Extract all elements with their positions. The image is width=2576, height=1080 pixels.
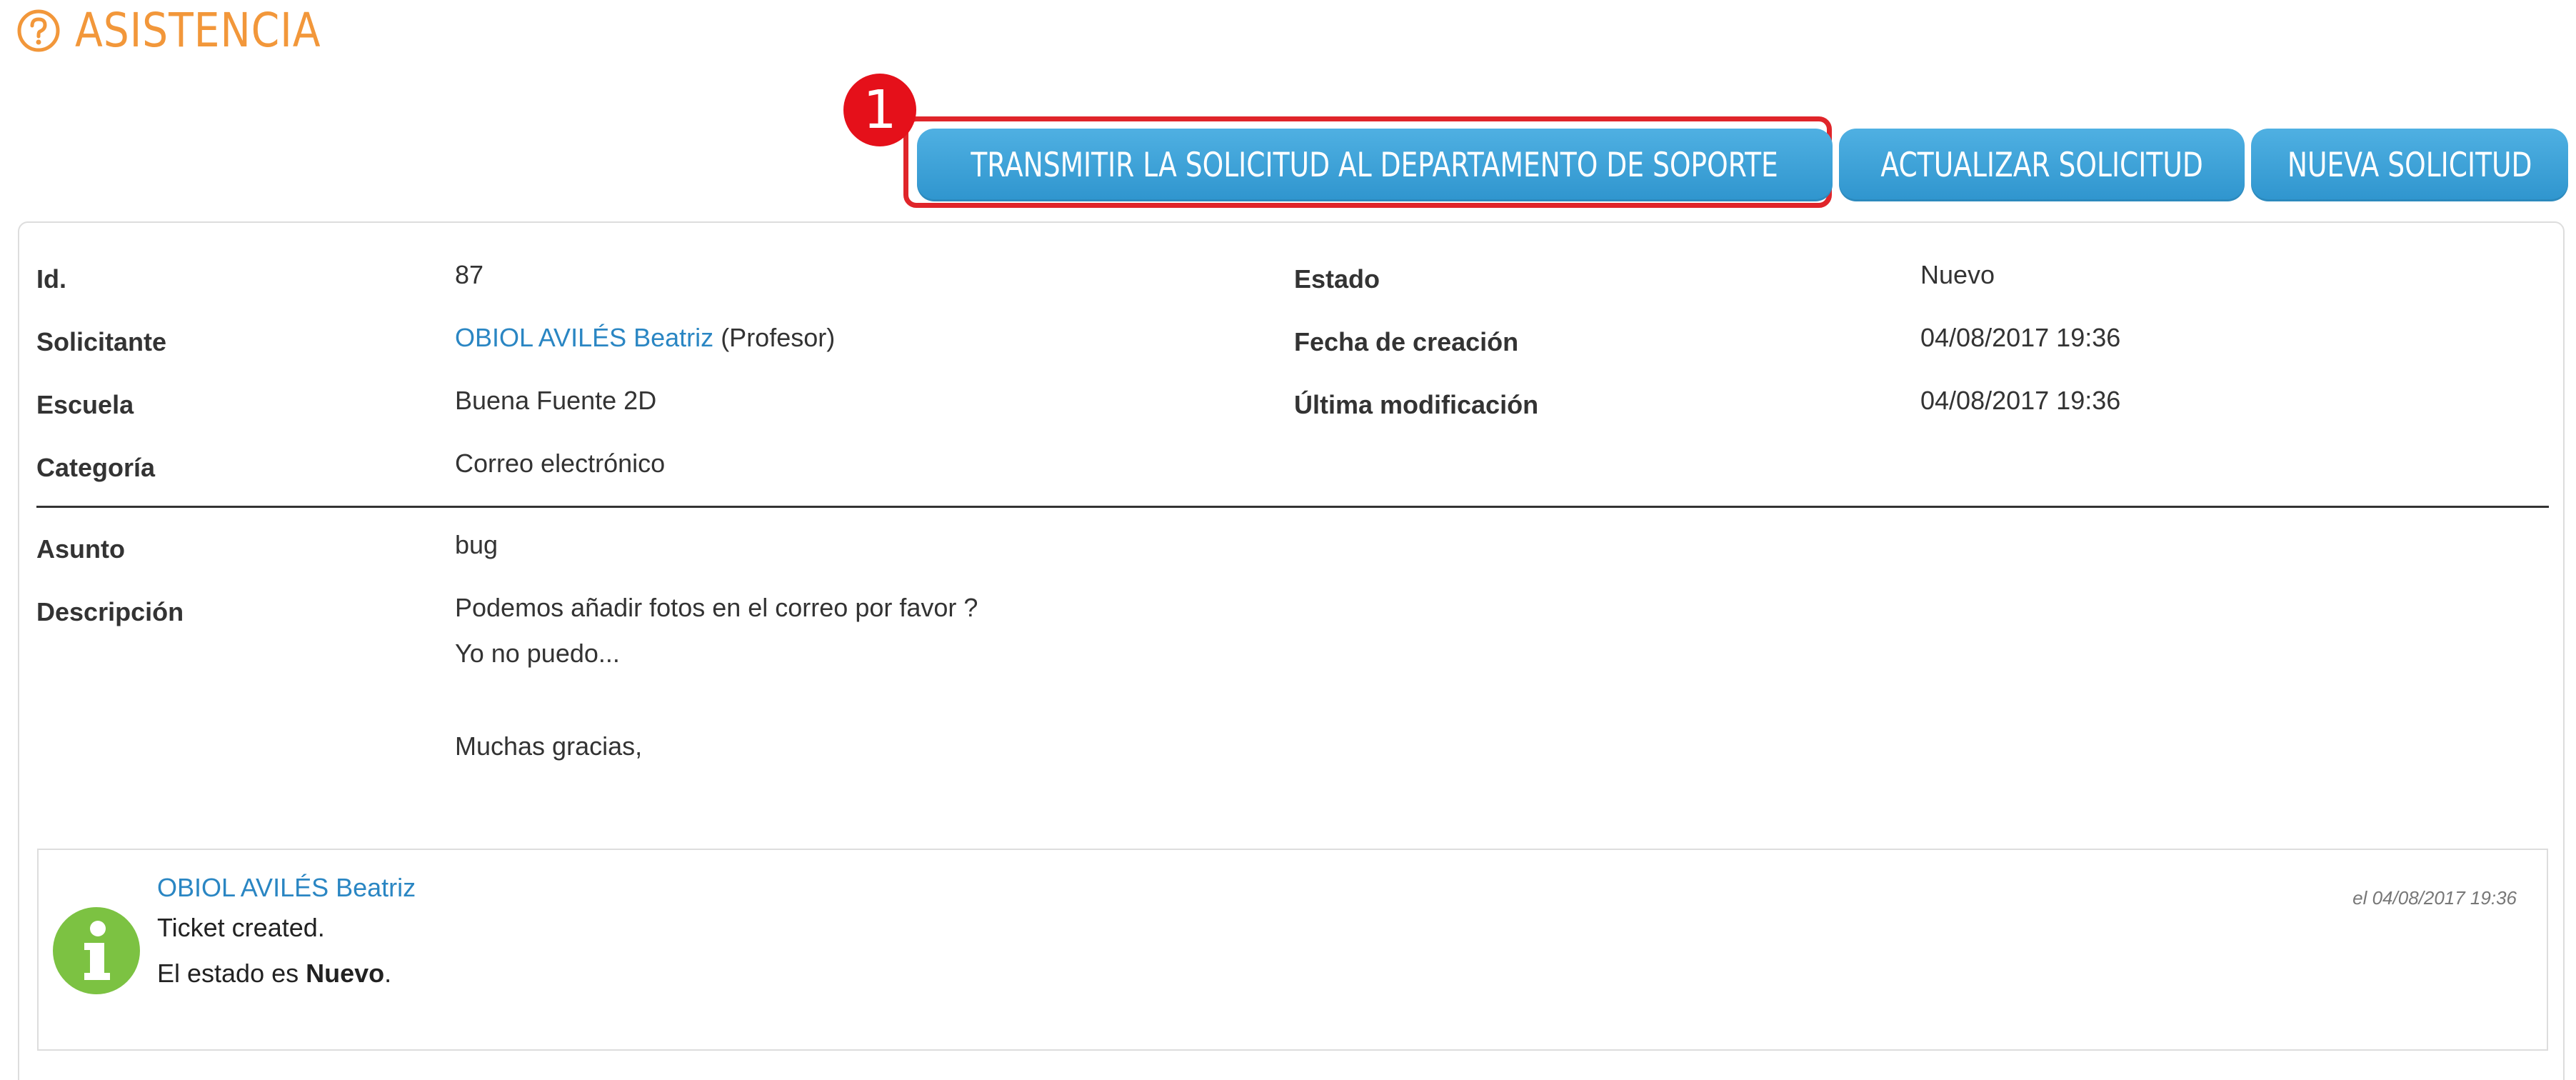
transmit-to-support-button[interactable]: TRANSMITIR LA SOLICITUD AL DEPARTAMENTO …	[917, 129, 1833, 201]
page-header: ASISTENCIA	[16, 7, 361, 54]
category-value: Correo electrónico	[455, 449, 666, 478]
category-label: Categoría	[36, 453, 156, 482]
update-request-label: ACTUALIZAR SOLICITUD	[1880, 145, 2203, 185]
help-circle-icon	[16, 9, 61, 53]
requester-label: Solicitante	[36, 327, 167, 356]
history-author-link[interactable]: OBIOL AVILÉS Beatriz	[157, 873, 416, 903]
history-status-suffix: .	[384, 959, 392, 988]
subject-value: bug	[455, 530, 498, 559]
history-status-prefix: El estado es	[157, 959, 306, 988]
description-line: Muchas gracias,	[455, 731, 643, 761]
description-line: Podemos añadir fotos en el correo por fa…	[455, 593, 978, 622]
new-request-button[interactable]: NUEVA SOLICITUD	[2251, 129, 2568, 201]
history-message: Ticket created.	[157, 913, 325, 942]
history-status-value: Nuevo	[306, 959, 385, 988]
step-badge: 1	[843, 74, 916, 146]
id-value: 87	[455, 260, 484, 289]
requester-role: (Profesor)	[721, 323, 836, 352]
description-line: Yo no puedo...	[455, 639, 620, 668]
info-icon	[53, 907, 140, 994]
update-request-button[interactable]: ACTUALIZAR SOLICITUD	[1839, 129, 2245, 201]
page-title: ASISTENCIA	[75, 3, 321, 58]
subject-label: Asunto	[36, 534, 125, 564]
school-value: Buena Fuente 2D	[455, 386, 657, 415]
history-entry: OBIOL AVILÉS Beatriz el 04/08/2017 19:36…	[37, 849, 2548, 1051]
requester-name-link[interactable]: OBIOL AVILÉS Beatriz	[455, 323, 713, 352]
status-value: Nuevo	[1920, 260, 1995, 289]
description-label: Descripción	[36, 597, 184, 626]
created-value: 04/08/2017 19:36	[1920, 323, 2121, 352]
section-divider	[36, 506, 2549, 508]
history-status-line: El estado es Nuevo.	[157, 959, 391, 989]
history-date: el 04/08/2017 19:36	[2352, 887, 2517, 909]
new-request-label: NUEVA SOLICITUD	[2287, 145, 2532, 185]
requester-value: OBIOL AVILÉS Beatriz (Profesor)	[455, 323, 835, 353]
modified-label: Última modificación	[1294, 390, 1539, 419]
ticket-page: ASISTENCIA 1 TRANSMITIR LA SOLICITUD AL …	[0, 0, 2576, 1080]
transmit-to-support-label: TRANSMITIR LA SOLICITUD AL DEPARTAMENTO …	[971, 145, 1779, 185]
school-label: Escuela	[36, 390, 134, 419]
created-label: Fecha de creación	[1294, 327, 1519, 356]
id-label: Id.	[36, 264, 66, 294]
status-label: Estado	[1294, 264, 1380, 294]
modified-value: 04/08/2017 19:36	[1920, 386, 2121, 415]
